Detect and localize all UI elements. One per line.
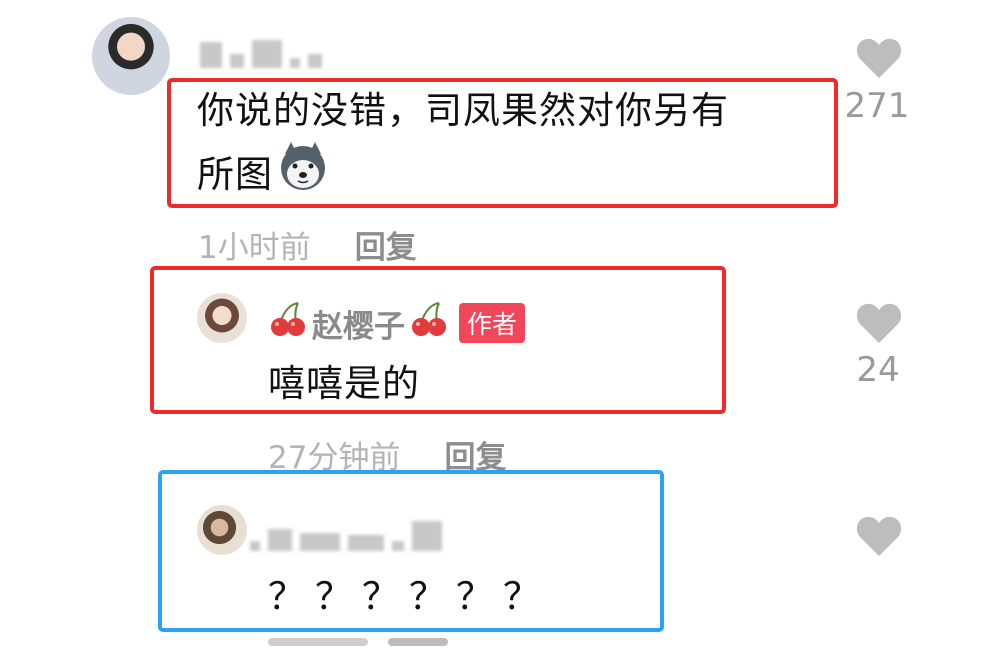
cherry-icon (268, 299, 308, 347)
comment-text-line: 所图 (197, 152, 273, 196)
like-button[interactable] (855, 301, 903, 345)
reply-button[interactable]: 回复 (355, 222, 417, 267)
author-name[interactable]: 赵樱子 作者 (268, 299, 526, 347)
avatar[interactable] (197, 505, 247, 555)
heart-icon[interactable] (855, 36, 903, 80)
husky-dog-emoji-icon (277, 140, 329, 209)
comment-text: 你说的没错，司凤果然对你另有 所图 (197, 82, 817, 209)
heart-icon[interactable] (855, 514, 903, 558)
like-button[interactable] (855, 514, 903, 558)
comment-meta-cutoff (268, 638, 528, 651)
like-count: 271 (844, 86, 910, 126)
avatar[interactable] (92, 17, 170, 95)
author-name-label: 赵樱子 (312, 308, 405, 345)
cherry-icon (409, 299, 449, 347)
username-blurred[interactable] (250, 515, 442, 551)
timestamp: 1小时前 (198, 230, 311, 266)
like-count: 24 (856, 350, 900, 390)
avatar[interactable] (197, 293, 247, 343)
heart-icon[interactable] (855, 301, 903, 345)
like-button[interactable] (855, 36, 903, 80)
comment-meta: 1小时前 回复 (198, 222, 417, 267)
comment-text-line: 你说的没错，司凤果然对你另有 (197, 89, 729, 132)
username-blurred[interactable] (200, 38, 322, 68)
comment-text: ？？？？？？ (268, 575, 550, 618)
comment-text: 嘻嘻是的 (268, 362, 420, 405)
author-badge: 作者 (459, 303, 526, 343)
